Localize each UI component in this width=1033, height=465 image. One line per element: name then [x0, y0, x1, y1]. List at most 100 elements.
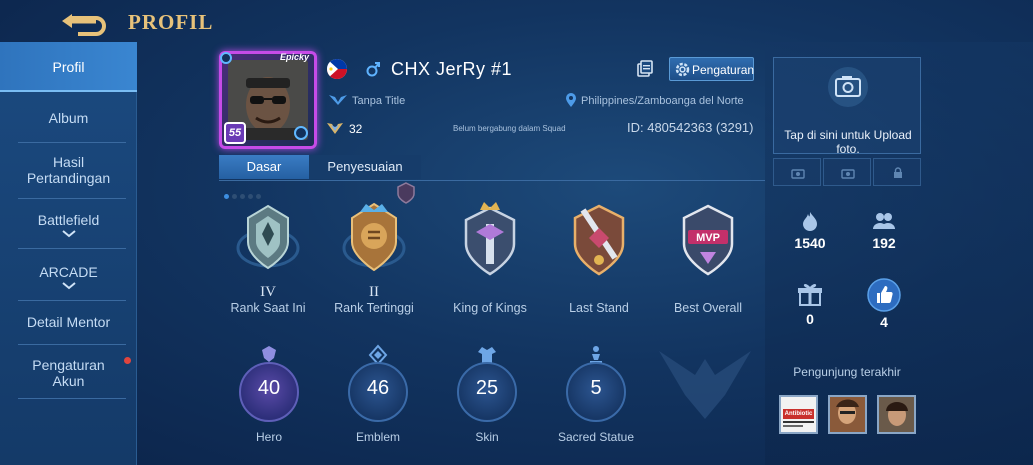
visitor-avatar-image — [879, 397, 914, 432]
lock-icon — [894, 167, 902, 178]
page-title: PROFIL — [128, 10, 214, 34]
divider — [18, 198, 126, 199]
divider — [18, 300, 126, 301]
visitor-avatar[interactable] — [877, 395, 916, 434]
sidebar-item-album[interactable]: Album — [0, 110, 137, 126]
photo-slot[interactable] — [823, 158, 871, 186]
badge-label: Rank Tertinggi — [334, 301, 414, 315]
thumbs-up-icon — [867, 278, 901, 312]
divider — [18, 248, 126, 249]
visitor-avatar-image — [830, 397, 865, 432]
sidebar-item-pengaturan-akun[interactable]: Pengaturan Akun — [0, 357, 137, 389]
player-id: ID: 480542363 (3291) — [627, 120, 754, 135]
camera-icon — [791, 169, 805, 179]
sidebar-item-profil[interactable]: Profil — [0, 42, 137, 92]
upload-photo-box[interactable]: Tap di sini untuk Upload foto. — [773, 57, 921, 156]
sidebar-item-detail-mentor[interactable]: Detail Mentor — [0, 314, 137, 330]
locked-emblem-silhouette-icon — [659, 351, 751, 419]
divider — [18, 142, 126, 143]
stat-emblem[interactable]: 46 Emblem — [338, 344, 418, 449]
stat-label: Hero — [255, 430, 282, 444]
back-arrow-icon — [62, 14, 106, 36]
likes-value: 4 — [880, 314, 888, 330]
badge-tier: II — [369, 284, 379, 300]
visitor-avatar-text: Antibiotic — [784, 411, 813, 417]
sidebar-item-arcade[interactable]: ARCADE — [0, 264, 137, 290]
badge-best-overall[interactable]: MVP Best Overall — [656, 198, 760, 318]
sidebar-item-label: Detail Mentor — [26, 314, 111, 330]
settings-button[interactable]: Pengaturan — [669, 57, 754, 81]
squad-status: Belum bergabung dalam Squad — [453, 124, 566, 133]
stat-skin[interactable]: 25 Skin — [447, 344, 527, 449]
stat-value: 5 — [590, 377, 602, 399]
sidebar: Profil Album Hasil Pertandingan Battlefi… — [0, 42, 137, 465]
photo-slot-locked[interactable] — [873, 158, 921, 186]
stat-label: Skin — [475, 430, 499, 444]
stat-value: 46 — [366, 377, 390, 399]
player-name: CHX JerRy #1 — [391, 59, 513, 79]
followers-stat[interactable]: 192 — [854, 211, 914, 251]
chevron-down-icon — [61, 282, 76, 290]
sidebar-item-label: ARCADE — [39, 264, 98, 280]
chevron-down-icon — [61, 230, 76, 238]
recent-visitors-label: Pengunjung terakhir — [793, 365, 901, 379]
settings-button-label: Pengaturan — [692, 63, 755, 77]
level-wings-icon — [327, 123, 343, 134]
badge-last-stand[interactable]: Last Stand — [547, 198, 651, 318]
gear-icon — [675, 62, 690, 77]
tab-penyesuaian[interactable]: Penyesuaian — [309, 155, 421, 179]
badge-king-of-kings[interactable]: King of Kings — [438, 198, 542, 318]
badge-rank-current[interactable]: IV Rank Saat Ini — [216, 198, 320, 318]
avatar-frame[interactable]: Epicky 55 — [219, 51, 317, 149]
gift-icon — [798, 284, 822, 306]
stat-label: Emblem — [355, 430, 400, 444]
sidebar-item-battlefield[interactable]: Battlefield — [0, 212, 137, 238]
frame-text: Epicky — [280, 52, 310, 62]
gifts-stat[interactable]: 0 — [780, 281, 840, 327]
frame-gem-icon — [220, 52, 232, 64]
stat-sacred-statue[interactable]: 5 Sacred Statue — [556, 344, 636, 449]
notification-dot — [124, 357, 131, 364]
badge-tier: IV — [260, 284, 276, 300]
sidebar-item-label: Battlefield — [37, 212, 100, 228]
badge-label: King of Kings — [453, 301, 527, 315]
copy-icon[interactable] — [636, 60, 654, 78]
sidebar-item-label: Hasil Pertandingan — [26, 154, 111, 186]
followers-value: 192 — [872, 235, 896, 251]
stat-value: 40 — [257, 377, 281, 399]
camera-icon — [841, 169, 855, 179]
male-gender-icon — [366, 62, 380, 77]
popularity-value: 1540 — [794, 235, 826, 251]
badge-rank-highest[interactable]: II Rank Tertinggi — [322, 198, 426, 318]
stat-hero[interactable]: 40 Hero — [229, 344, 309, 449]
badge-label: Best Overall — [673, 301, 743, 315]
level-badge: 55 — [224, 122, 246, 144]
rank-epic-icon — [236, 204, 300, 270]
divider — [18, 398, 126, 399]
tab-dasar[interactable]: Dasar — [219, 155, 309, 179]
location-pin-icon — [566, 93, 576, 107]
sidebar-item-label: Profil — [52, 59, 85, 75]
gifts-value: 0 — [806, 311, 814, 327]
photo-slot[interactable] — [773, 158, 821, 186]
fire-icon — [803, 212, 817, 231]
player-location: Philippines/Zamboanga del Norte — [581, 95, 744, 107]
likes-stat[interactable]: 4 — [854, 278, 914, 330]
sidebar-item-hasil-pertandingan[interactable]: Hasil Pertandingan — [0, 154, 137, 186]
frame-gem-icon — [294, 126, 308, 140]
rank-legend-icon — [342, 202, 406, 272]
back-button[interactable] — [58, 6, 110, 36]
badge-label: Last Stand — [569, 301, 629, 315]
visitor-avatar[interactable]: Antibiotic — [779, 395, 818, 434]
player-title: Tanpa Title — [352, 95, 406, 107]
svg-text:MVP: MVP — [696, 232, 720, 244]
sidebar-item-label: Album — [48, 110, 89, 126]
king-of-kings-medal-icon — [464, 202, 516, 276]
last-stand-medal-icon — [573, 204, 625, 276]
title-wings-icon — [329, 95, 347, 105]
visitor-avatar[interactable] — [828, 395, 867, 434]
badge-label: Rank Saat Ini — [230, 301, 306, 315]
divider — [18, 344, 126, 345]
philippines-flag-icon — [327, 59, 347, 79]
upload-photo-text: Tap di sini untuk Upload foto. — [784, 128, 912, 156]
